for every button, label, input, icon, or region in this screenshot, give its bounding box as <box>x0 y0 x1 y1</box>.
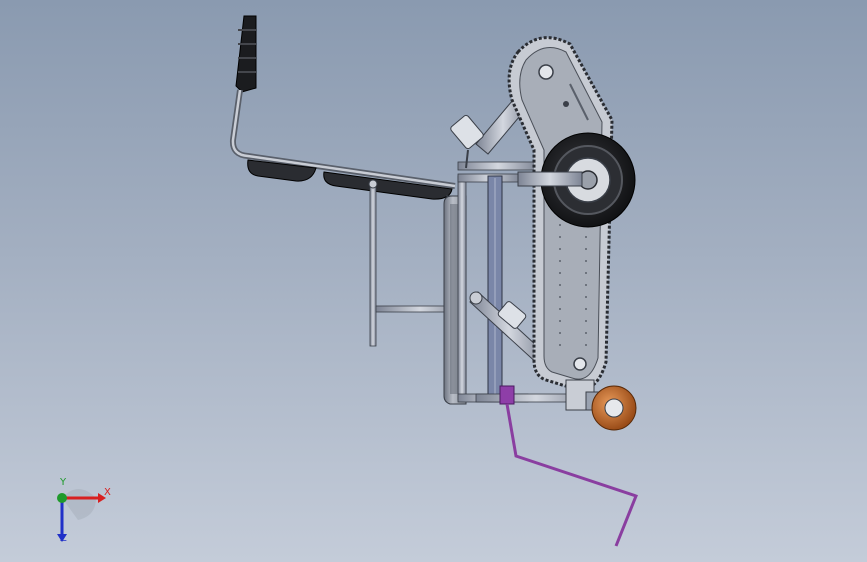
caster-wheel <box>591 385 637 431</box>
purple-bracket <box>499 385 515 405</box>
handle-grip <box>235 15 257 93</box>
orientation-triad[interactable]: X Y Z <box>48 477 118 550</box>
lift-mast <box>487 175 503 403</box>
y-axis-label: Y <box>60 477 67 488</box>
z-axis-label: Z <box>60 533 67 544</box>
stair-climbing-cart-model[interactable] <box>0 0 867 562</box>
cad-viewport[interactable]: X Y Z <box>0 0 867 562</box>
y-axis-dot <box>57 493 67 503</box>
x-axis-label: X <box>104 487 111 498</box>
